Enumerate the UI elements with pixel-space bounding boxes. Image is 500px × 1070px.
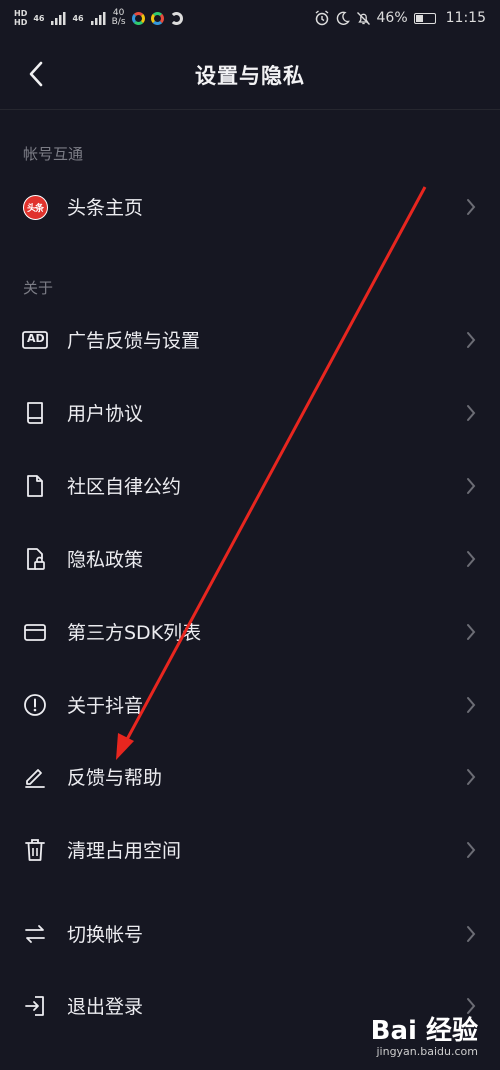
signal-icon	[51, 12, 66, 25]
chevron-right-icon	[467, 926, 476, 942]
network-speed: 40 B/s	[112, 9, 126, 27]
row-label: 隐私政策	[67, 549, 144, 571]
section-header-about: 关于	[23, 279, 54, 297]
chevron-right-icon	[467, 478, 476, 494]
swap-arrows-icon	[22, 921, 48, 947]
row-toutiao-home[interactable]: 头条 头条主页	[0, 177, 500, 237]
row-label: 清理占用空间	[67, 840, 182, 862]
row-label: 切换帐号	[67, 924, 144, 946]
mute-bell-icon	[356, 11, 370, 25]
row-label: 反馈与帮助	[67, 767, 163, 789]
edit-pencil-icon	[22, 764, 48, 790]
ad-icon-text: AD	[27, 332, 45, 345]
baidu-watermark: Bai 经验 jingyan.baidu.com	[371, 1017, 478, 1058]
toutiao-logo-badge: 头条	[22, 194, 48, 220]
row-label: 退出登录	[67, 996, 144, 1018]
watermark-url: jingyan.baidu.com	[376, 1045, 478, 1058]
nav-bar: 设置与隐私	[0, 40, 500, 110]
chevron-right-icon	[467, 405, 476, 421]
chevron-right-icon	[467, 624, 476, 640]
row-community-guidelines[interactable]: 社区自律公约	[0, 456, 500, 516]
document-icon	[22, 473, 48, 499]
app-notification-icon	[131, 11, 145, 25]
chevron-right-icon	[467, 332, 476, 348]
app-notification-icon	[169, 11, 183, 25]
row-label: 用户协议	[67, 403, 144, 425]
chevron-right-icon	[467, 769, 476, 785]
status-bar: HD HD 46 46 40 B/s 46% 11:15	[0, 0, 500, 36]
network-type-2: 46	[72, 13, 84, 23]
trash-icon	[22, 837, 48, 863]
hd-indicator: HD	[14, 9, 28, 18]
section-header-account-sync: 帐号互通	[23, 145, 84, 163]
signal-icon	[90, 12, 106, 25]
toutiao-logo: 头条	[22, 194, 48, 220]
page-title: 设置与隐私	[195, 64, 305, 88]
row-third-party-sdk[interactable]: 第三方SDK列表	[0, 602, 500, 662]
network-type-1: 46	[33, 13, 45, 23]
row-label: 关于抖音	[67, 695, 144, 717]
chevron-right-icon	[467, 199, 476, 215]
info-circle-icon	[22, 692, 48, 718]
row-label: 社区自律公约	[67, 476, 182, 498]
privacy-lock-icon	[22, 546, 48, 572]
row-feedback-help[interactable]: 反馈与帮助	[0, 747, 500, 807]
card-icon	[22, 619, 48, 645]
watermark-logo: Bai 经验	[370, 1016, 478, 1046]
row-about-douyin[interactable]: 关于抖音	[0, 675, 500, 735]
row-privacy-policy[interactable]: 隐私政策	[0, 529, 500, 589]
book-icon	[22, 400, 48, 426]
row-switch-account[interactable]: 切换帐号	[0, 904, 500, 964]
row-label: 头条主页	[67, 197, 144, 219]
moon-icon	[336, 11, 350, 25]
ad-icon: AD	[22, 327, 48, 353]
status-right: 46% 11:15	[314, 10, 486, 26]
alarm-icon	[315, 10, 328, 26]
login-arrow-icon	[22, 993, 48, 1019]
row-label: 第三方SDK列表	[67, 622, 202, 644]
chevron-right-icon	[467, 697, 476, 713]
status-left: HD HD 46 46 40 B/s	[14, 9, 183, 27]
chevron-right-icon	[467, 842, 476, 858]
row-clear-storage[interactable]: 清理占用空间	[0, 820, 500, 880]
battery-percent: 46%	[376, 10, 408, 26]
hd-indicators: HD HD	[14, 9, 27, 27]
row-user-agreement[interactable]: 用户协议	[0, 383, 500, 443]
app-notification-icon	[150, 11, 164, 25]
speed-unit: B/s	[111, 17, 126, 27]
row-ad-settings[interactable]: AD 广告反馈与设置	[0, 310, 500, 370]
chevron-right-icon	[467, 551, 476, 567]
row-label: 广告反馈与设置	[67, 330, 201, 352]
chevron-right-icon	[467, 998, 476, 1014]
hd-indicator: HD	[14, 18, 28, 27]
clock: 11:15	[445, 10, 486, 26]
battery-icon	[413, 12, 436, 24]
